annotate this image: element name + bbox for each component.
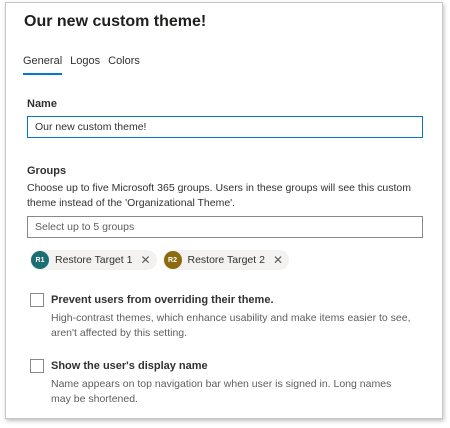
tab-bar: General Logos Colors — [23, 55, 140, 75]
avatar: R1 — [31, 251, 49, 269]
group-chip-label: Restore Target 2 — [187, 254, 265, 266]
groups-label: Groups — [27, 165, 67, 177]
show-display-name-checkbox[interactable] — [30, 359, 44, 373]
groups-description: Choose up to five Microsoft 365 groups. … — [27, 182, 412, 209]
tab-general[interactable]: General — [23, 55, 63, 75]
show-display-name-label: Show the user's display name — [51, 360, 208, 372]
group-chip-label: Restore Target 1 — [55, 254, 133, 266]
avatar: R2 — [163, 251, 182, 269]
close-icon[interactable]: ✕ — [140, 253, 150, 267]
page-title: Our new custom theme! — [24, 13, 207, 30]
prevent-override-label: Prevent users from overriding their them… — [51, 294, 274, 306]
groups-search-input[interactable] — [27, 216, 423, 238]
show-display-name-description: Name appears on top navigation bar when … — [51, 378, 392, 405]
group-chip-restore-target-1: R1 Restore Target 1 ✕ — [30, 250, 157, 270]
name-field[interactable] — [27, 116, 423, 138]
tab-colors[interactable]: Colors — [108, 55, 140, 75]
group-chip-restore-target-2: R2 Restore Target 2 ✕ — [162, 250, 289, 270]
selected-groups: R1 Restore Target 1 ✕ R2 Restore Target … — [30, 250, 289, 270]
theme-panel: Our new custom theme! General Logos Colo… — [5, 2, 443, 419]
tab-logos[interactable]: Logos — [70, 55, 100, 75]
prevent-override-description: High-contrast themes, which enhance usab… — [51, 312, 411, 339]
name-label: Name — [27, 98, 57, 110]
prevent-override-checkbox[interactable] — [30, 293, 44, 307]
close-icon[interactable]: ✕ — [273, 253, 283, 267]
